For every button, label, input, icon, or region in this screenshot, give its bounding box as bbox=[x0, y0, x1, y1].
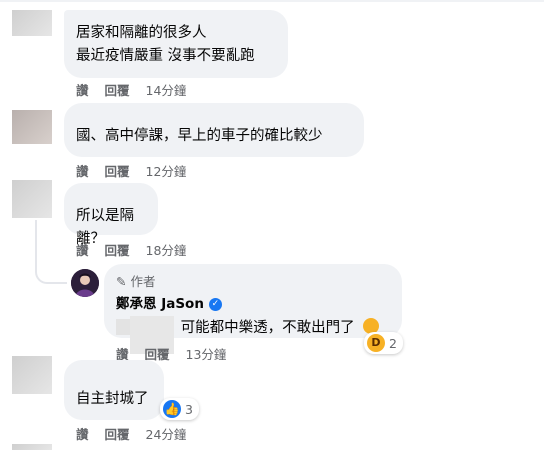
author-name-row: 鄭承恩 JaSon ✓ bbox=[116, 293, 390, 316]
like-button[interactable]: 讚 bbox=[76, 424, 89, 443]
comment-text: 可能都中樂透，不敢出門了 bbox=[180, 320, 355, 336]
avatar[interactable] bbox=[12, 356, 52, 394]
timestamp[interactable]: 18分鐘 bbox=[146, 240, 187, 259]
avatar[interactable] bbox=[12, 10, 52, 36]
top-divider bbox=[0, 0, 544, 2]
reaction-count-value: 3 bbox=[185, 401, 193, 417]
comment-actions: 讚 回覆 24分鐘 bbox=[76, 424, 186, 443]
like-button[interactable]: 讚 bbox=[76, 161, 89, 180]
avatar[interactable] bbox=[12, 444, 52, 450]
comment-actions: 讚 回覆 12分鐘 bbox=[76, 161, 186, 180]
like-button[interactable]: 讚 bbox=[76, 240, 89, 259]
reaction-count-value: 2 bbox=[389, 335, 397, 351]
comment-text: 國、高中停課，早上的車子的確比較少 bbox=[76, 128, 323, 144]
author-avatar[interactable] bbox=[71, 269, 99, 297]
author-name[interactable]: 鄭承恩 JaSon bbox=[116, 293, 204, 316]
comment-actions: 讚 回覆 18分鐘 bbox=[76, 240, 186, 259]
avatar[interactable] bbox=[12, 110, 52, 144]
reply-button[interactable]: 回覆 bbox=[105, 424, 130, 443]
verified-badge-icon: ✓ bbox=[208, 298, 222, 311]
author-tag-label: 作者 bbox=[130, 274, 156, 289]
reply-button[interactable]: 回覆 bbox=[105, 240, 130, 259]
comment-bubble: 居家和隔離的很多人 最近疫情嚴重 沒事不要亂跑 bbox=[64, 10, 288, 78]
comment-text: 居家和隔離的很多人 最近疫情嚴重 沒事不要亂跑 bbox=[76, 25, 255, 64]
comment-bubble: 所以是隔離？ bbox=[64, 183, 158, 247]
avatar[interactable] bbox=[12, 180, 52, 218]
reply-button[interactable]: 回覆 bbox=[105, 161, 130, 180]
timestamp[interactable]: 13分鐘 bbox=[186, 344, 227, 363]
pencil-icon: ✎ bbox=[116, 274, 127, 289]
haha-icon: D bbox=[367, 334, 385, 352]
comment-text: 自主封城了 bbox=[76, 391, 149, 407]
like-icon: 👍 bbox=[163, 400, 181, 418]
comment-bubble: 國、高中停課，早上的車子的確比較少 bbox=[64, 103, 364, 157]
reaction-count[interactable]: D 2 bbox=[364, 332, 403, 354]
author-avatar-image bbox=[71, 269, 99, 297]
comment-actions: 讚 回覆 14分鐘 bbox=[76, 80, 186, 99]
reaction-count[interactable]: 👍 3 bbox=[160, 398, 199, 420]
timestamp[interactable]: 12分鐘 bbox=[146, 161, 187, 180]
reply-button[interactable]: 回覆 bbox=[105, 80, 130, 99]
like-button[interactable]: 讚 bbox=[76, 80, 89, 99]
thread-connector bbox=[35, 220, 67, 284]
author-badge: ✎ 作者 bbox=[116, 270, 390, 293]
comment-bubble: 自主封城了 bbox=[64, 360, 164, 420]
timestamp[interactable]: 14分鐘 bbox=[146, 80, 187, 99]
timestamp[interactable]: 24分鐘 bbox=[146, 424, 187, 443]
